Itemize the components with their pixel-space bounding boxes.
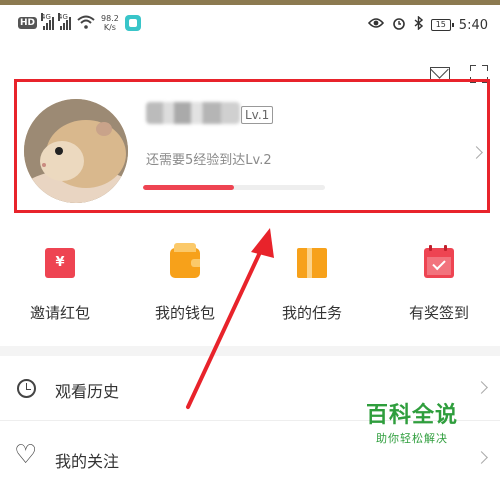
status-bar: HD 4G 4G 98.2 K/s 15 5:40 [0, 5, 500, 45]
hongbao-icon: ¥ [45, 248, 75, 278]
bluetooth-icon [414, 15, 423, 34]
alarm-icon [392, 16, 406, 34]
network-speed: 98.2 K/s [101, 14, 119, 32]
action-label: 邀请红包 [29, 304, 90, 322]
my-tasks-button[interactable]: 我的任务 [257, 248, 367, 323]
level-badge: Lv.1 [241, 106, 274, 124]
task-book-icon [297, 248, 327, 278]
quick-actions: ¥ 邀请红包 我的钱包 我的任务 有奖签到 [0, 243, 500, 338]
invite-hongbao-button[interactable]: ¥ 邀请红包 [5, 248, 115, 323]
exp-hint: 还需要5经验到达Lv.2 [146, 153, 272, 168]
watermark-title: 百科全说 [365, 403, 458, 428]
signal-icon-2: 4G [58, 13, 72, 30]
wifi-icon [77, 15, 95, 32]
wallet-icon [170, 243, 200, 278]
signal-icon-1: 4G [41, 13, 55, 30]
watermark: 百科全说 助你轻松解决 [366, 397, 458, 446]
hd-badge: HD [18, 17, 38, 29]
avatar[interactable] [24, 99, 128, 203]
battery-icon: 15 [430, 19, 454, 31]
history-clock-icon [17, 379, 36, 398]
watermark-subtitle: 助你轻松解决 [375, 432, 448, 445]
action-label: 我的任务 [281, 304, 342, 322]
exp-progress-bar [143, 185, 325, 190]
my-wallet-button[interactable]: 我的钱包 [130, 243, 240, 323]
checkin-button[interactable]: 有奖签到 [384, 245, 494, 323]
menu-item-label: 观看历史 [55, 382, 120, 401]
section-divider [0, 346, 500, 356]
username-blurred [146, 102, 240, 124]
app-notification-icon [124, 15, 141, 31]
heart-icon: ♡ [14, 440, 38, 470]
action-label: 我的钱包 [154, 304, 215, 322]
chevron-right-icon [475, 381, 488, 394]
checkin-calendar-icon [424, 245, 454, 278]
action-label: 有奖签到 [408, 304, 469, 322]
menu-item-label: 我的关注 [55, 452, 120, 471]
clock-time: 5:40 [458, 17, 488, 33]
chevron-right-icon [475, 451, 488, 464]
eye-icon [367, 17, 384, 33]
profile-card[interactable]: Lv.1 还需要5经验到达Lv.2 [14, 79, 490, 213]
chevron-right-icon[interactable] [470, 146, 483, 159]
